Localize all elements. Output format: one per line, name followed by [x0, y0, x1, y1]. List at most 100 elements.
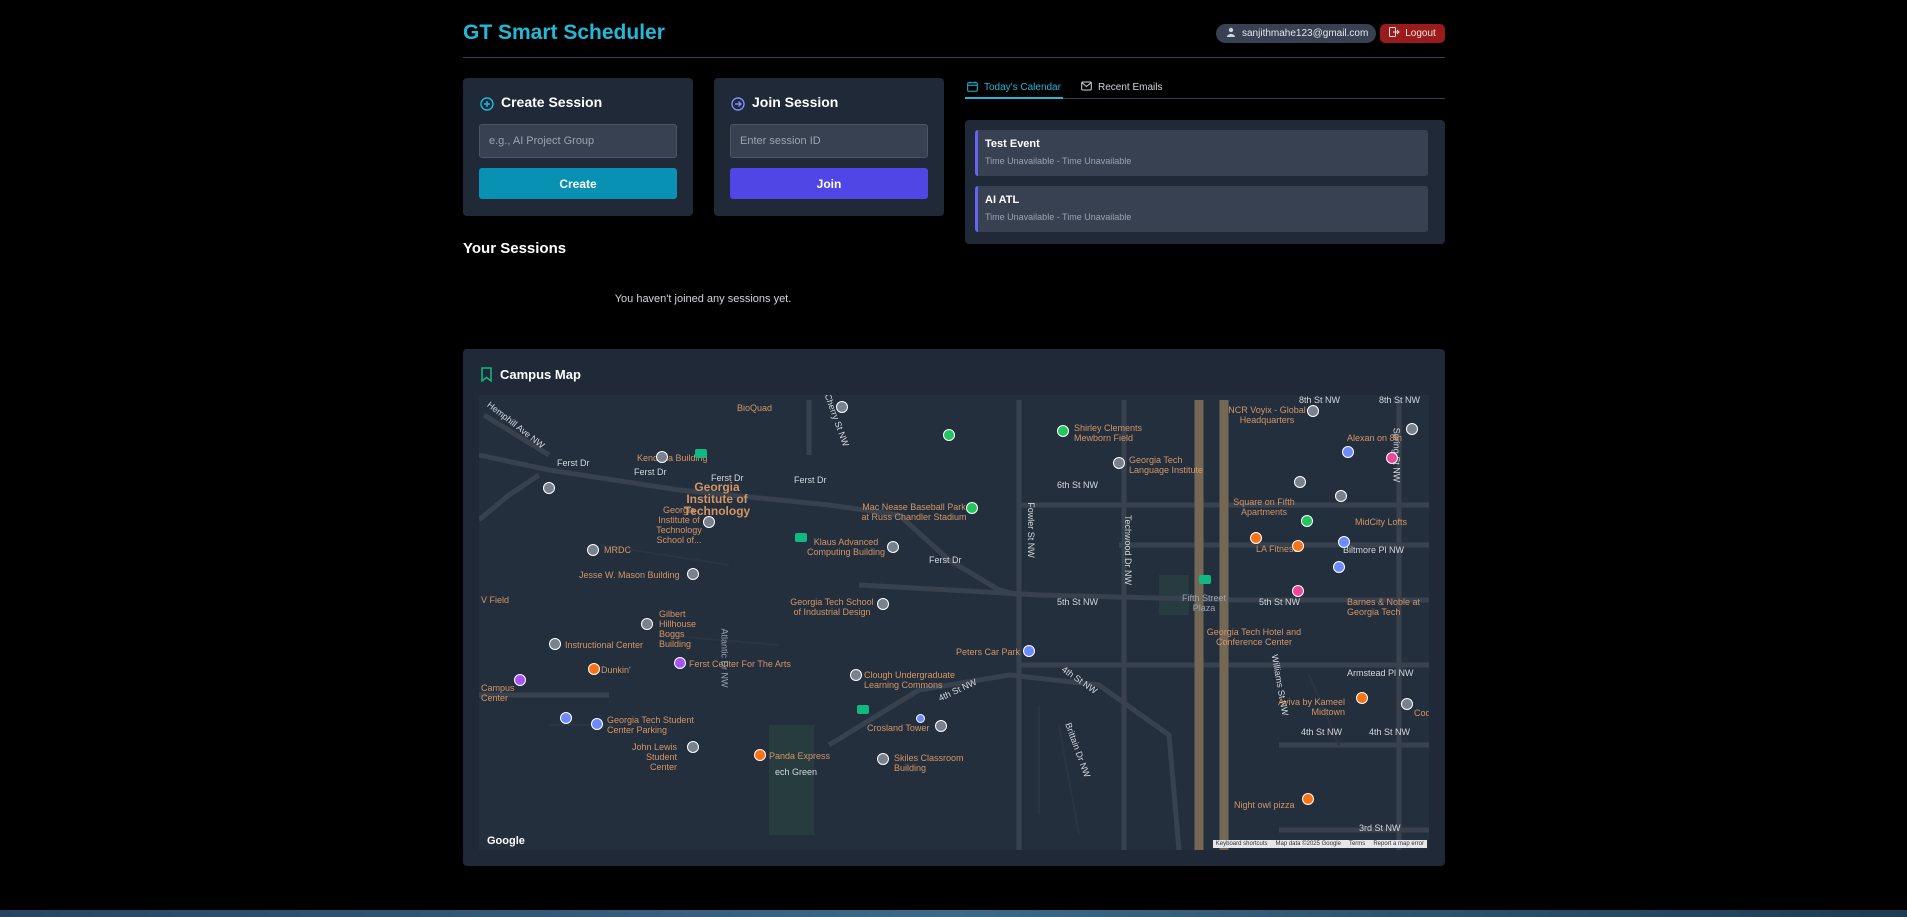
tab-label: Recent Emails	[1098, 82, 1163, 93]
map-marker[interactable]	[1335, 490, 1347, 502]
map-label: 6th St NW	[1057, 480, 1099, 490]
map-label: Fifth Street Plaza	[1181, 593, 1226, 613]
calendar-events-panel: Test Event Time Unavailable - Time Unava…	[965, 120, 1445, 244]
map-label: Klaus Advanced Computing Building	[806, 537, 886, 557]
map-label: Instructional Center	[565, 640, 644, 650]
logout-icon	[1389, 27, 1400, 40]
map-marker[interactable]	[560, 712, 572, 724]
calendar-event[interactable]: Test Event Time Unavailable - Time Unava…	[975, 130, 1428, 176]
session-name-input[interactable]	[479, 124, 677, 158]
mail-icon	[1081, 81, 1092, 94]
map-label: Georgia Tech Hotel and Conference Center	[1206, 627, 1302, 647]
map-marker[interactable]	[877, 753, 889, 765]
building-marker	[795, 533, 807, 542]
map-label: Ferst Dr	[634, 467, 667, 477]
map-marker[interactable]	[514, 674, 526, 686]
map-marker[interactable]	[687, 741, 699, 753]
logout-button[interactable]: Logout	[1380, 24, 1445, 43]
create-button[interactable]: Create	[479, 168, 677, 199]
map-marker[interactable]	[1250, 532, 1262, 544]
tab-recent-emails[interactable]: Recent Emails	[1081, 78, 1162, 97]
map-marker[interactable]	[850, 669, 862, 681]
map-label: Ferst Dr	[711, 473, 744, 483]
session-id-input[interactable]	[730, 124, 928, 158]
campus-map-panel: Campus Map Georgia Institute of Technolo…	[463, 349, 1445, 866]
create-session-title: Create Session	[501, 94, 603, 110]
map-label: MidCity Lofts	[1355, 517, 1408, 527]
map-marker[interactable]	[674, 657, 686, 669]
map-marker[interactable]	[966, 502, 978, 514]
map-label: Aviva by Kameel Midtown	[1278, 697, 1345, 717]
map-marker[interactable]	[1057, 425, 1069, 437]
calendar-event[interactable]: AI ATL Time Unavailable - Time Unavailab…	[975, 186, 1428, 232]
map-marker[interactable]	[656, 451, 668, 463]
map-marker[interactable]	[1356, 692, 1368, 704]
google-logo: Google	[487, 835, 525, 847]
building-marker	[857, 705, 869, 714]
map-marker[interactable]	[1023, 645, 1035, 657]
arrow-right-circle-icon	[731, 97, 745, 116]
map-label: 8th St NW	[1299, 395, 1341, 405]
map-marker[interactable]	[836, 401, 848, 413]
event-time: Time Unavailable - Time Unavailable	[985, 212, 1132, 222]
map-label: 5th St NW	[1259, 597, 1301, 607]
map-marker[interactable]	[1292, 540, 1304, 552]
map-label: Panda Express	[769, 751, 831, 761]
map-roads	[479, 400, 1429, 850]
map-marker[interactable]	[1406, 423, 1418, 435]
map-marker[interactable]	[587, 544, 599, 556]
map-marker[interactable]	[935, 720, 947, 732]
map-label: Georgia Tech Student Center Parking	[607, 715, 694, 735]
map-marker[interactable]	[887, 541, 899, 553]
terms-link[interactable]: Terms	[1349, 841, 1365, 847]
map-marker[interactable]	[1307, 405, 1319, 417]
map-label: Georgia Institute of Technology School o…	[656, 505, 702, 545]
map-marker[interactable]	[754, 749, 766, 761]
report-error-link[interactable]: Report a map error	[1373, 841, 1424, 847]
map-label: John Lewis Student Center	[631, 742, 677, 772]
map-label: V Field	[481, 595, 510, 605]
map-marker[interactable]	[1333, 561, 1345, 573]
map-label: Mac Nease Baseball Park at Russ Chandler…	[861, 502, 967, 522]
map-attribution: Keyboard shortcuts Map data ©2025 Google…	[1212, 840, 1427, 848]
map-marker[interactable]	[591, 718, 603, 730]
map-marker[interactable]	[549, 638, 561, 650]
map-marker[interactable]	[1401, 698, 1413, 710]
map-marker[interactable]	[1302, 793, 1314, 805]
map-marker[interactable]	[703, 516, 715, 528]
map-label: 5th St NW	[1057, 597, 1099, 607]
tab-todays-calendar[interactable]: Today's Calendar	[965, 78, 1063, 99]
info-tabs: Today's Calendar Recent Emails	[965, 78, 1445, 99]
map-marker[interactable]	[1301, 515, 1313, 527]
map-marker[interactable]	[1342, 446, 1354, 458]
map-marker[interactable]	[641, 618, 653, 630]
join-session-panel: Join Session Join	[714, 78, 944, 216]
calendar-icon	[967, 81, 978, 95]
map-label: Ferst Dr	[557, 458, 590, 468]
google-map[interactable]: Georgia Institute of Technology BioQuad …	[479, 395, 1429, 850]
keyboard-shortcuts-link[interactable]: Keyboard shortcuts	[1216, 841, 1268, 847]
map-marker[interactable]	[877, 598, 889, 610]
app-header: GT Smart Scheduler sanjithmahe123@gmail.…	[463, 0, 1445, 58]
sessions-empty-message: You haven't joined any sessions yet.	[614, 293, 792, 305]
map-label: Night owl pizza	[1234, 800, 1295, 810]
map-marker[interactable]	[1338, 536, 1350, 548]
map-marker[interactable]	[1386, 452, 1398, 464]
map-marker[interactable]	[916, 714, 925, 723]
building-marker	[1199, 575, 1211, 584]
user-email-chip: sanjithmahe123@gmail.com	[1216, 24, 1377, 43]
map-marker[interactable]	[588, 663, 600, 675]
map-marker[interactable]	[687, 568, 699, 580]
join-button[interactable]: Join	[730, 168, 928, 199]
map-label: 3rd St NW	[1359, 823, 1401, 833]
map-label: Skiles Classroom Building	[894, 753, 964, 773]
map-marker[interactable]	[543, 482, 555, 494]
map-marker[interactable]	[1294, 476, 1306, 488]
bottom-strip	[0, 910, 1907, 917]
map-label: Shirley Clements Mewborn Field	[1074, 423, 1143, 443]
map-marker[interactable]	[943, 429, 955, 441]
event-time: Time Unavailable - Time Unavailable	[985, 156, 1132, 166]
map-marker[interactable]	[1292, 585, 1304, 597]
map-marker[interactable]	[1113, 457, 1125, 469]
tab-label: Today's Calendar	[984, 82, 1061, 93]
